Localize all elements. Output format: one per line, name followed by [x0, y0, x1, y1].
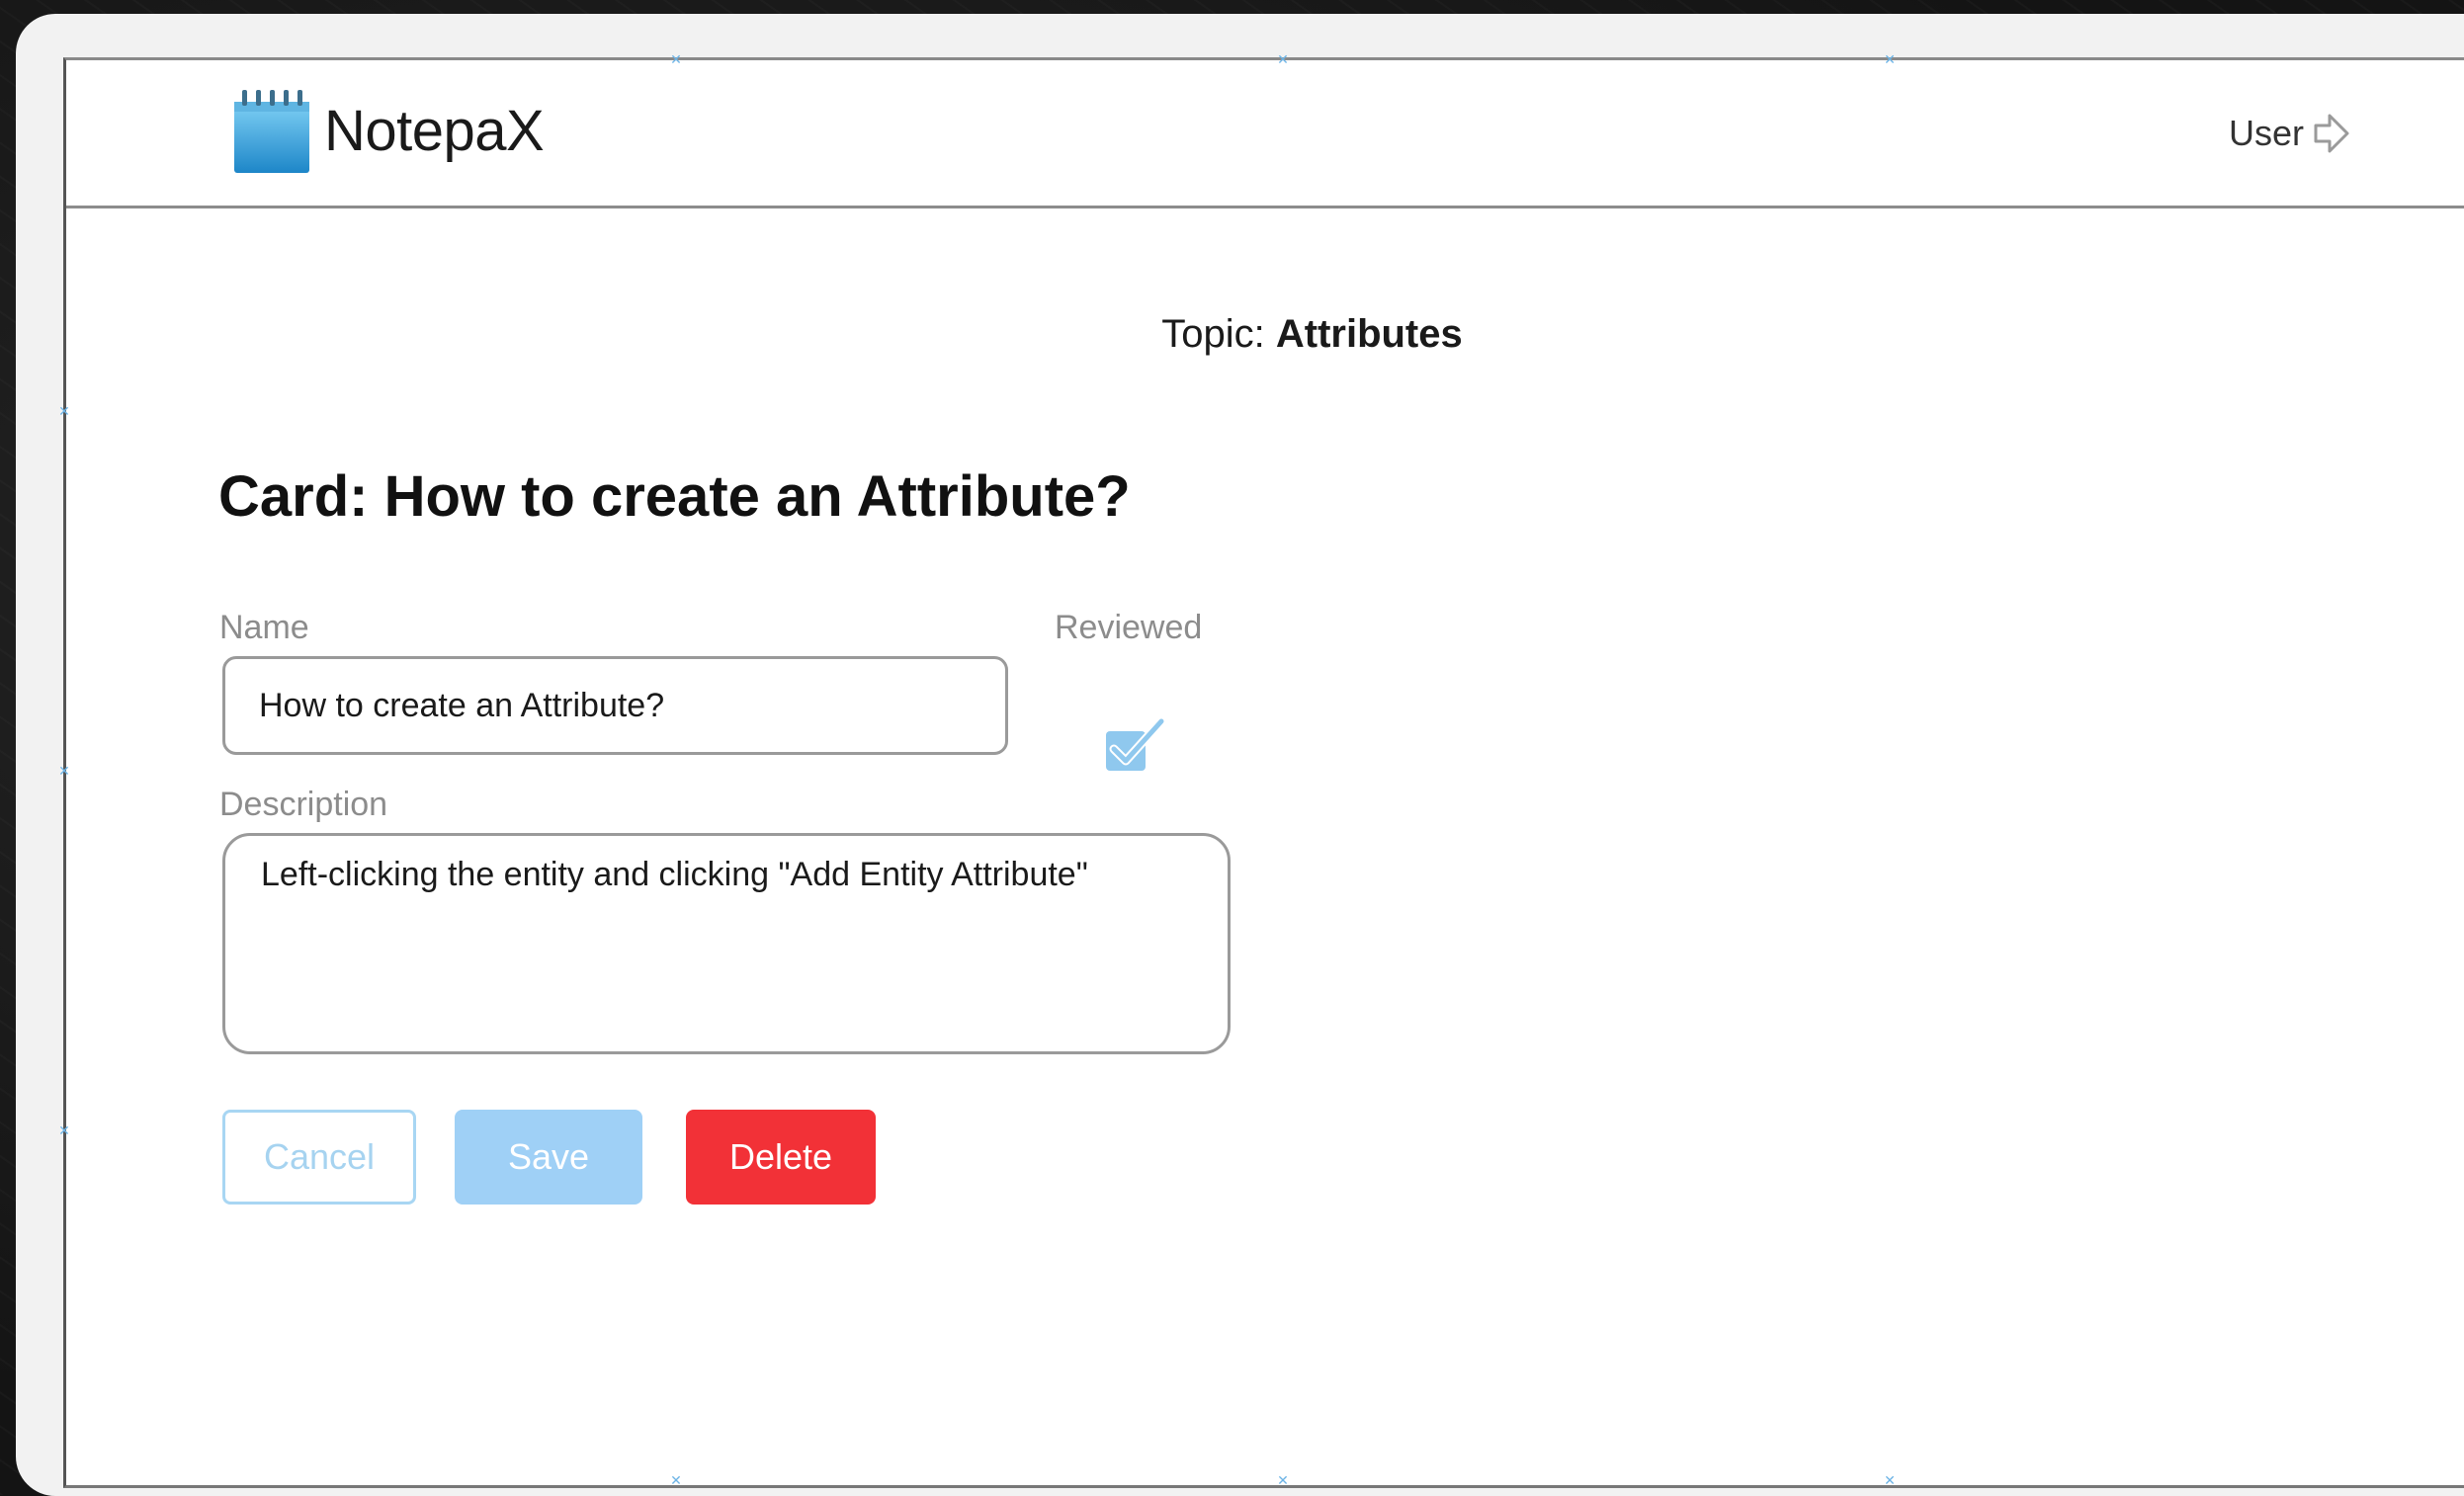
app-name: NotepaX	[324, 99, 545, 163]
user-label: User	[2229, 113, 2305, 153]
arrow-right-outline-icon	[2314, 114, 2349, 153]
description-label: Description	[219, 786, 388, 823]
topic-prefix: Topic:	[1161, 312, 1265, 356]
delete-button[interactable]: Delete	[686, 1110, 876, 1205]
notepad-icon	[234, 90, 309, 173]
guide-marker: ✕	[58, 1122, 70, 1138]
description-textarea[interactable]: Left-clicking the entity and clicking "A…	[222, 833, 1231, 1054]
name-label: Name	[219, 609, 309, 646]
guide-marker: ✕	[1277, 1472, 1289, 1488]
guide-marker: ✕	[670, 1472, 682, 1488]
guide-marker: ✕	[1884, 1472, 1896, 1488]
reviewed-label: Reviewed	[1055, 609, 1203, 646]
reviewed-checkbox[interactable]	[1104, 717, 1165, 775]
cancel-button[interactable]: Cancel	[222, 1110, 416, 1205]
card-title: Card: How to create an Attribute?	[218, 464, 1131, 529]
save-button[interactable]: Save	[455, 1110, 642, 1205]
topic-heading: Topic: Attributes	[66, 312, 2464, 357]
guide-marker: ✕	[58, 403, 70, 419]
topic-value: Attributes	[1275, 312, 1463, 356]
guide-marker: ✕	[58, 763, 70, 779]
app-window: ✕ ✕ ✕ ✕ ✕ ✕ ✕ ✕ ✕ NotepaX User Topic: At…	[58, 52, 2464, 1488]
name-input[interactable]	[222, 656, 1008, 755]
user-menu-link[interactable]: User	[2229, 112, 2351, 155]
app-header: NotepaX User	[66, 60, 2464, 208]
device-frame: ✕ ✕ ✕ ✕ ✕ ✕ ✕ ✕ ✕ NotepaX User Topic: At…	[16, 14, 2464, 1496]
